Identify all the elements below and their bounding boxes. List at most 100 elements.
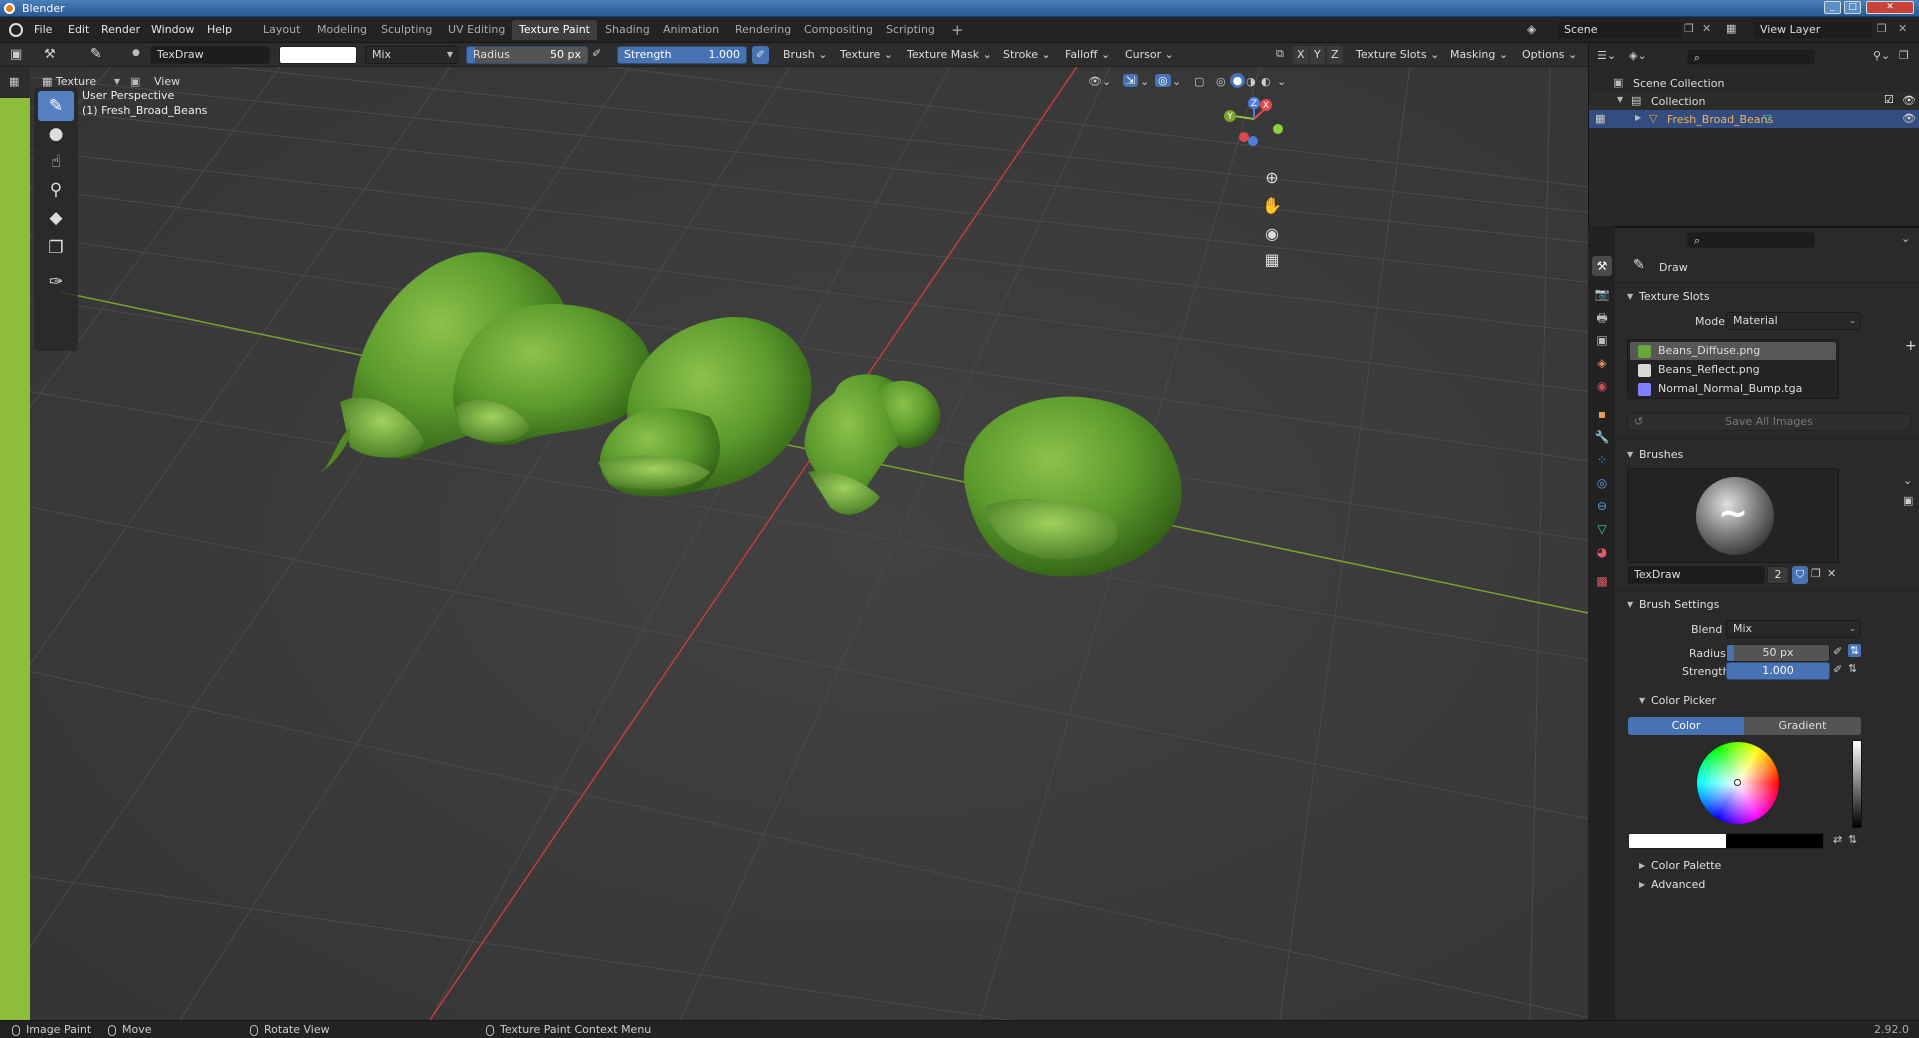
render-tab-icon[interactable]: 📷: [1592, 284, 1612, 304]
new-view-layer-icon[interactable]: ❐: [1877, 22, 1887, 35]
strength-mode-icon[interactable]: ⇅: [1848, 662, 1857, 675]
eye-icon[interactable]: 👁: [1902, 94, 1916, 107]
scene-field[interactable]: Scene: [1557, 21, 1682, 39]
fake-user-icon[interactable]: ●: [132, 48, 140, 58]
menu-options[interactable]: Options ⌄: [1518, 46, 1581, 64]
menu-help[interactable]: Help: [207, 23, 232, 36]
menu-brush[interactable]: Brush ⌄: [779, 46, 831, 64]
unlink-icon[interactable]: ✕: [1827, 567, 1836, 580]
modifier-tab-icon[interactable]: 🔧: [1592, 427, 1612, 447]
value-slider[interactable]: [1852, 740, 1862, 828]
tab-sculpting[interactable]: Sculpting: [374, 20, 439, 40]
brush-settings-header[interactable]: Brush Settings: [1639, 598, 1719, 611]
close-button[interactable]: ✕: [1866, 1, 1914, 14]
expand-right-icon[interactable]: ▶: [1639, 880, 1645, 889]
visibility-icon[interactable]: 👁⌄: [1088, 75, 1111, 88]
menu-file[interactable]: File: [34, 23, 52, 36]
outliner-search-input[interactable]: ⌕: [1687, 49, 1815, 65]
object-tab-icon[interactable]: ▪: [1592, 404, 1612, 424]
texture-slot-row[interactable]: Beans_Diffuse.png: [1630, 342, 1836, 360]
color-pressure-icon[interactable]: ⇅: [1848, 833, 1857, 846]
material-shading-icon[interactable]: ◑: [1246, 75, 1256, 88]
blender-menu-icon[interactable]: [9, 23, 23, 37]
data-tab-icon[interactable]: ▽: [1592, 519, 1612, 539]
mirror-y-button[interactable]: Y: [1310, 46, 1325, 64]
swap-colors-icon[interactable]: ⇄: [1833, 833, 1842, 846]
delete-view-layer-icon[interactable]: ✕: [1898, 22, 1907, 35]
symmetry-icon[interactable]: ⧉: [1276, 47, 1284, 61]
tab-layout[interactable]: Layout: [256, 20, 307, 40]
mirror-x-button[interactable]: X: [1293, 46, 1309, 64]
color-palette-header[interactable]: Color Palette: [1651, 859, 1721, 872]
tool-settings-icon[interactable]: ⚒: [44, 47, 56, 62]
fill-tool-icon[interactable]: ◆: [38, 203, 74, 233]
smear-tool-icon[interactable]: ☝: [38, 147, 74, 177]
pressure-icon[interactable]: ✐: [1833, 645, 1842, 658]
brush-color-swatch[interactable]: [279, 46, 357, 64]
menu-falloff[interactable]: Falloff ⌄: [1061, 46, 1114, 64]
expand-down-icon[interactable]: ▼: [1627, 450, 1633, 459]
texture-slot-row[interactable]: Normal_Normal_Bump.tga: [1630, 380, 1836, 398]
radius-slider[interactable]: Radius 50 px: [466, 46, 588, 64]
brush-name-field[interactable]: TexDraw: [150, 46, 270, 64]
rendered-shading-icon[interactable]: ◐: [1261, 75, 1271, 88]
properties-search-input[interactable]: ⌕: [1687, 232, 1815, 248]
scene-tab-icon[interactable]: ◈: [1592, 353, 1612, 373]
texture-tab-icon[interactable]: ▩: [1592, 571, 1612, 591]
chevron-down-icon[interactable]: ⌄: [1903, 474, 1912, 487]
xray-icon[interactable]: ▢: [1194, 75, 1204, 88]
navigation-gizmo[interactable]: Z Y X: [1220, 95, 1300, 155]
particles-tab-icon[interactable]: ⁘: [1592, 450, 1612, 470]
radius-slider[interactable]: 50 px: [1726, 644, 1830, 662]
output-tab-icon[interactable]: 🖶: [1592, 308, 1612, 328]
expand-down-icon[interactable]: ▼: [1627, 600, 1633, 609]
scene-icon[interactable]: ◈: [1527, 22, 1536, 36]
expand-down-icon[interactable]: ▼: [1639, 696, 1645, 705]
color-wheel-cursor[interactable]: [1734, 779, 1741, 786]
physics-tab-icon[interactable]: ◎: [1592, 473, 1612, 493]
add-slot-icon[interactable]: +: [1905, 338, 1917, 354]
brush-users-count[interactable]: 2: [1767, 566, 1789, 584]
view-layer-icon[interactable]: ▦: [1726, 22, 1736, 35]
brush-datablock-name[interactable]: TexDraw: [1627, 566, 1765, 584]
brushes-header[interactable]: Brushes: [1639, 448, 1683, 461]
blend-dropdown[interactable]: Mix ▼: [365, 46, 458, 64]
expand-down-icon[interactable]: ▼: [1617, 95, 1623, 104]
bean-5[interactable]: [963, 396, 1182, 577]
menu-view[interactable]: View: [150, 75, 184, 89]
tab-animation[interactable]: Animation: [656, 20, 726, 40]
clone-tool-icon[interactable]: ⚲: [38, 175, 74, 205]
maximize-button[interactable]: □: [1844, 1, 1861, 14]
texture-slot-row[interactable]: Beans_Reflect.png: [1630, 361, 1836, 379]
view-layer-field[interactable]: View Layer: [1753, 21, 1873, 39]
tab-texture-paint[interactable]: Texture Paint: [512, 20, 597, 40]
save-all-images-button[interactable]: ↺ Save All Images: [1627, 413, 1911, 431]
texture-paint-mode-icon[interactable]: ▦: [1595, 112, 1605, 125]
expand-right-icon[interactable]: ▶: [1639, 861, 1645, 870]
menu-texture[interactable]: Texture ⌄: [836, 46, 897, 64]
new-scene-icon[interactable]: ❐: [1684, 22, 1694, 35]
menu-masking[interactable]: Masking ⌄: [1446, 46, 1512, 64]
exclude-checkbox-icon[interactable]: ☑: [1884, 93, 1894, 106]
strength-slider[interactable]: Strength 1.000: [617, 46, 747, 64]
filter-icon[interactable]: ⚲⌄: [1873, 49, 1890, 62]
expand-right-icon[interactable]: ▶: [1635, 113, 1641, 122]
editor-type-icon[interactable]: ☰⌄: [1597, 49, 1616, 62]
menu-texture-slots[interactable]: Texture Slots ⌄: [1352, 46, 1443, 64]
pressure-icon[interactable]: ✐: [1833, 663, 1842, 676]
editor-type-icon[interactable]: ▦: [9, 75, 19, 88]
material-tab-icon[interactable]: ◕: [1592, 542, 1612, 562]
menu-stroke[interactable]: Stroke ⌄: [999, 46, 1055, 64]
menu-texture-mask[interactable]: Texture Mask ⌄: [903, 46, 996, 64]
duplicate-icon[interactable]: ❐: [1811, 567, 1821, 580]
minimize-button[interactable]: _: [1824, 1, 1841, 14]
eye-icon[interactable]: 👁: [1902, 112, 1916, 125]
tab-uv-editing[interactable]: UV Editing: [441, 20, 512, 40]
outliner-row-collection[interactable]: ▼ ▤ Collection ☑ 👁: [1589, 92, 1919, 110]
tab-rendering[interactable]: Rendering: [728, 20, 798, 40]
gizmo-toggle-icon[interactable]: ⇲: [1123, 74, 1139, 87]
mode-dropdown[interactable]: Material ⌄: [1726, 312, 1861, 330]
delete-scene-icon[interactable]: ✕: [1702, 22, 1711, 35]
chevron-down-icon[interactable]: ⌄: [1140, 75, 1149, 88]
chevron-down-icon[interactable]: ⌄: [1277, 75, 1286, 88]
